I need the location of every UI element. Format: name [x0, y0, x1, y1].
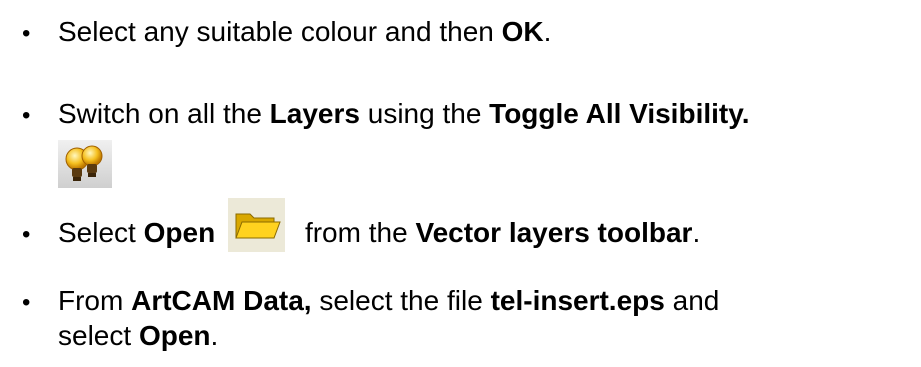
step-2-text: Switch on all the Layers using the Toggl… — [58, 100, 750, 128]
step-4-filename: tel-insert.eps — [490, 285, 665, 316]
step-1-suffix: . — [543, 16, 552, 47]
step-1-text: Select any suitable colour and then OK. — [58, 18, 551, 46]
light-bulbs-icon — [58, 140, 112, 188]
step-2-layers: Layers — [269, 98, 360, 129]
step-2-toggle-all-visibility: Toggle All Visibility. — [489, 98, 750, 129]
step-3-text: Select Open from the Vector layers toolb… — [58, 219, 700, 247]
step-3-suffix: . — [692, 217, 701, 248]
bullet: • — [22, 221, 31, 248]
step-4-line2-suffix: . — [210, 320, 219, 351]
step-4-prefix: From — [58, 285, 132, 316]
step-3-vector-layers-toolbar: Vector layers toolbar — [415, 217, 693, 248]
open-folder-icon — [228, 198, 285, 252]
step-4-line2-prefix: select — [58, 320, 139, 351]
step-4-text-line-2: select Open. — [58, 322, 218, 350]
step-3-open: Open — [143, 217, 216, 248]
step-4-middle: select the file — [311, 285, 491, 316]
step-1-ok: OK — [501, 16, 544, 47]
step-4-artcam-data: ArtCAM Data, — [131, 285, 312, 316]
step-2-middle: using the — [359, 98, 490, 129]
step-1-prefix: Select any suitable colour and then — [58, 16, 502, 47]
bullet: • — [22, 289, 31, 316]
step-4-open: Open — [138, 320, 211, 351]
step-4-text-line-1: From ArtCAM Data, select the file tel-in… — [58, 287, 719, 315]
step-2-prefix: Switch on all the — [58, 98, 270, 129]
step-3-prefix: Select — [58, 217, 144, 248]
step-4-suffix: and — [664, 285, 720, 316]
bullet: • — [22, 20, 31, 47]
bullet: • — [22, 102, 31, 129]
step-3-middle: from the — [297, 217, 416, 248]
